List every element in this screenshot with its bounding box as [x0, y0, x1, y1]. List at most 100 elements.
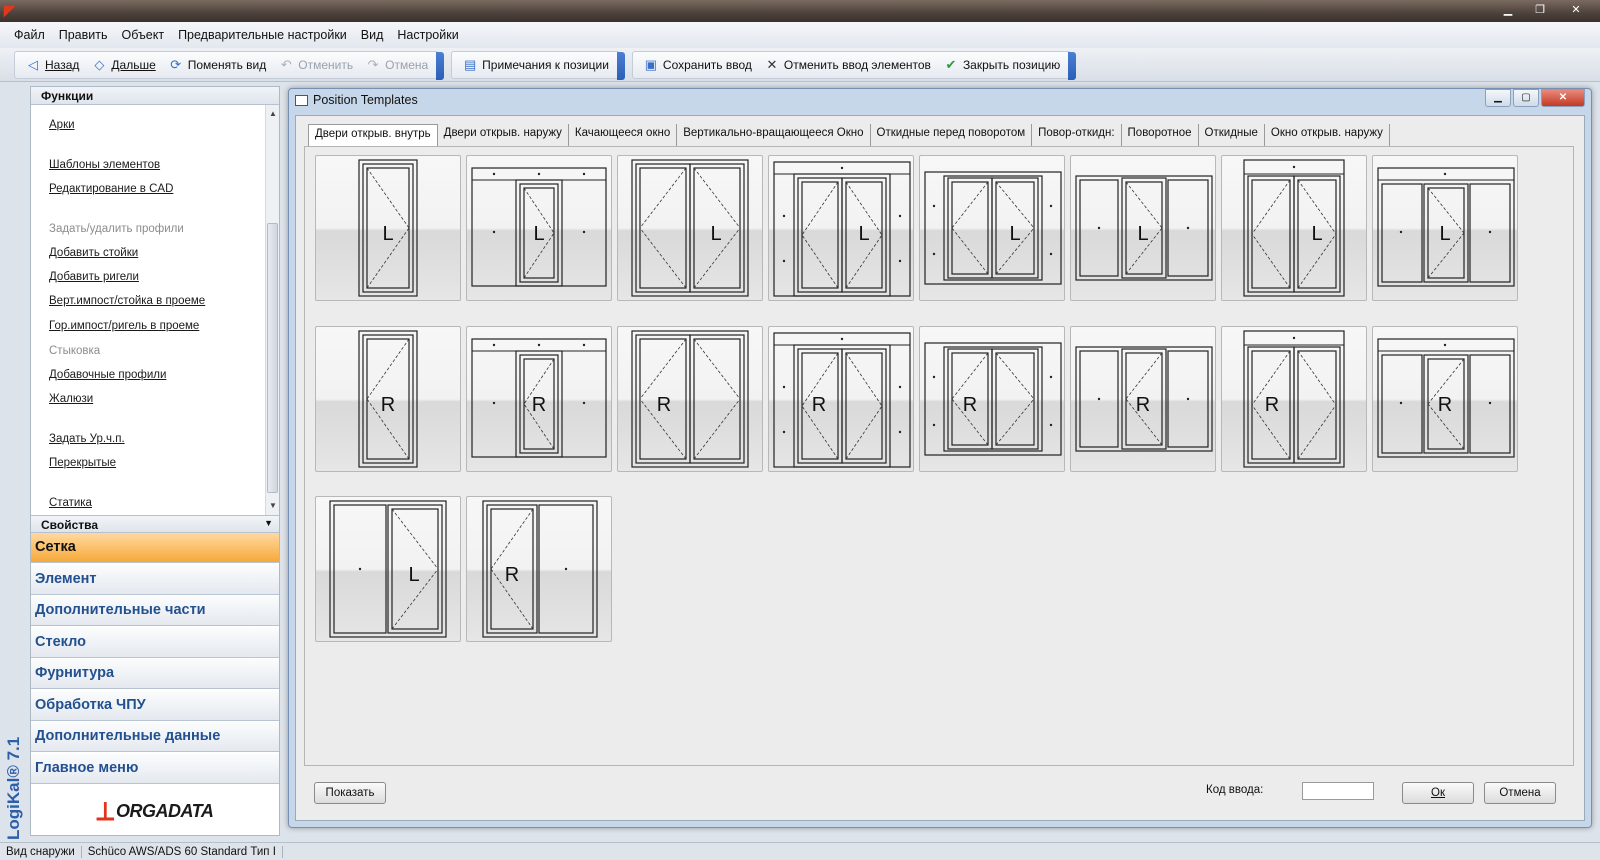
- template-tile[interactable]: R: [466, 496, 612, 642]
- nav-button[interactable]: Дополнительные части: [31, 596, 279, 626]
- toolbar-grip[interactable]: [436, 51, 445, 80]
- function-item[interactable]: Перекрытые: [49, 457, 116, 469]
- save-button[interactable]: ▣ Сохранить ввод: [637, 53, 758, 77]
- door-template-icon: R: [471, 338, 607, 458]
- functions-list: Арки Шаблоны элементов Редактирование в CA…: [31, 105, 267, 515]
- nav-button[interactable]: Элемент: [31, 564, 279, 595]
- close-icon[interactable]: ✕: [1558, 2, 1594, 19]
- template-tab[interactable]: Двери открыв. наружу: [438, 124, 569, 146]
- menu-presettings[interactable]: Предварительные настройки: [174, 28, 351, 42]
- template-tile[interactable]: R: [315, 326, 461, 472]
- template-tile[interactable]: R: [768, 326, 914, 472]
- properties-header[interactable]: Свойства ▼: [31, 515, 279, 533]
- dialog-body: Двери открыв. внутрь Двери открыв. наружу…: [295, 115, 1585, 821]
- function-item[interactable]: Гор.импост/ригель в проеме: [49, 320, 199, 332]
- dialog-minimize-icon[interactable]: ▁: [1485, 89, 1511, 107]
- function-item[interactable]: Верт.импост/стойка в проеме: [49, 295, 205, 307]
- note-icon: ▤: [464, 56, 477, 72]
- template-label: R: [381, 394, 395, 416]
- template-tile[interactable]: R: [466, 326, 612, 472]
- template-tab[interactable]: Откидные: [1199, 124, 1265, 146]
- door-template-icon: R: [1075, 346, 1213, 452]
- template-tile[interactable]: L: [768, 155, 914, 301]
- menu-object[interactable]: Объект: [117, 28, 168, 42]
- minimize-icon[interactable]: ▁: [1494, 2, 1522, 19]
- nav-button[interactable]: Главное меню: [31, 753, 279, 784]
- function-item[interactable]: Добавить ригели: [49, 271, 139, 283]
- template-tile[interactable]: L: [466, 155, 612, 301]
- template-tile[interactable]: L: [1070, 155, 1216, 301]
- door-template-icon: L: [631, 159, 749, 297]
- function-item[interactable]: Добавить стойки: [49, 247, 138, 259]
- nav-button[interactable]: Стекло: [31, 627, 279, 658]
- template-tile[interactable]: L: [1372, 155, 1518, 301]
- door-template-icon: L: [1243, 159, 1345, 297]
- function-item[interactable]: Статика: [49, 497, 92, 509]
- close-position-button[interactable]: ✔ Закрыть позицию: [937, 53, 1066, 77]
- template-label: R: [532, 394, 546, 416]
- menu-bar: Файл Править Объект Предварительные наст…: [0, 22, 1600, 48]
- cancel-input-button[interactable]: ✕ Отменить ввод элементов: [758, 53, 937, 77]
- function-item[interactable]: Шаблоны элементов: [49, 159, 160, 171]
- nav-button[interactable]: Обработка ЧПУ: [31, 690, 279, 721]
- template-tab[interactable]: Откидные перед поворотом: [871, 124, 1033, 146]
- functions-scrollbar[interactable]: ▲ ▼: [265, 105, 279, 515]
- cancel-button[interactable]: Отмена: [1484, 782, 1556, 804]
- code-input[interactable]: [1302, 782, 1374, 800]
- menu-settings[interactable]: Настройки: [393, 28, 462, 42]
- template-tile[interactable]: L: [1221, 155, 1367, 301]
- app-version-text: LogiKal® 7.1: [4, 736, 23, 840]
- change-view-button[interactable]: ⟳ Поменять вид: [162, 53, 273, 77]
- door-template-icon: L: [471, 167, 607, 287]
- door-template-icon: L: [358, 159, 418, 297]
- template-tab[interactable]: Вертикально-вращающееся Окно: [677, 124, 871, 146]
- template-tile[interactable]: L: [315, 496, 461, 642]
- function-item[interactable]: Арки: [49, 119, 75, 131]
- notes-button[interactable]: ▤ Примечания к позиции: [456, 53, 615, 77]
- redo-button[interactable]: ↷ Отмена: [359, 53, 434, 77]
- template-tab[interactable]: Повор-откидн:: [1032, 124, 1122, 146]
- door-template-icon: R: [358, 330, 418, 468]
- save-icon: ▣: [644, 56, 658, 72]
- properties-title: Свойства: [41, 518, 99, 532]
- dialog-maximize-icon[interactable]: ▢: [1513, 89, 1539, 107]
- nav-button[interactable]: Сетка: [31, 533, 279, 563]
- scroll-thumb[interactable]: [267, 223, 278, 493]
- template-tile[interactable]: L: [617, 155, 763, 301]
- dialog-close-icon[interactable]: ✕: [1541, 89, 1585, 107]
- nav-button[interactable]: Дополнительные данные: [31, 722, 279, 752]
- template-tile[interactable]: L: [919, 155, 1065, 301]
- forward-button[interactable]: ◇ Дальше: [85, 53, 161, 77]
- function-item[interactable]: Добавочные профили: [49, 369, 166, 381]
- back-button[interactable]: ◁ Назад: [19, 53, 85, 77]
- template-tab[interactable]: Поворотное: [1122, 124, 1199, 146]
- template-tab[interactable]: Окно открыв. наружу: [1265, 124, 1390, 146]
- undo-button[interactable]: ↶ Отменить: [272, 53, 359, 77]
- template-tab[interactable]: Качающееся окно: [569, 124, 678, 146]
- app-titlebar: ◤ ▁ ❐ ✕: [0, 0, 1600, 22]
- menu-file[interactable]: Файл: [10, 28, 49, 42]
- template-tile[interactable]: R: [617, 326, 763, 472]
- menu-view[interactable]: Вид: [357, 28, 388, 42]
- scroll-up-icon[interactable]: ▲: [266, 107, 280, 121]
- show-button[interactable]: Показать: [314, 782, 386, 804]
- nav-button[interactable]: Фурнитура: [31, 659, 279, 689]
- left-panel: Функции Арки Шаблоны элементов Редактирова…: [30, 86, 280, 836]
- logo-text: ORGADATA: [116, 800, 214, 821]
- maximize-icon[interactable]: ❐: [1526, 2, 1554, 19]
- function-item[interactable]: Задать Ур.ч.п.: [49, 433, 125, 445]
- function-item[interactable]: Жалюзи: [49, 393, 93, 405]
- toolbar-grip[interactable]: [616, 51, 625, 80]
- template-tile[interactable]: R: [1372, 326, 1518, 472]
- ok-button[interactable]: Ок: [1402, 782, 1474, 804]
- menu-edit[interactable]: Править: [55, 28, 112, 42]
- template-tile[interactable]: R: [919, 326, 1065, 472]
- template-tab[interactable]: Двери открыв. внутрь: [308, 124, 438, 146]
- template-tile[interactable]: R: [1070, 326, 1216, 472]
- scroll-down-icon[interactable]: ▼: [266, 499, 280, 513]
- template-tile[interactable]: R: [1221, 326, 1367, 472]
- template-tile[interactable]: L: [315, 155, 461, 301]
- undo-label: Отменить: [298, 57, 354, 72]
- toolbar-grip[interactable]: [1068, 51, 1077, 80]
- function-item[interactable]: Редактирование в CAD: [49, 183, 173, 195]
